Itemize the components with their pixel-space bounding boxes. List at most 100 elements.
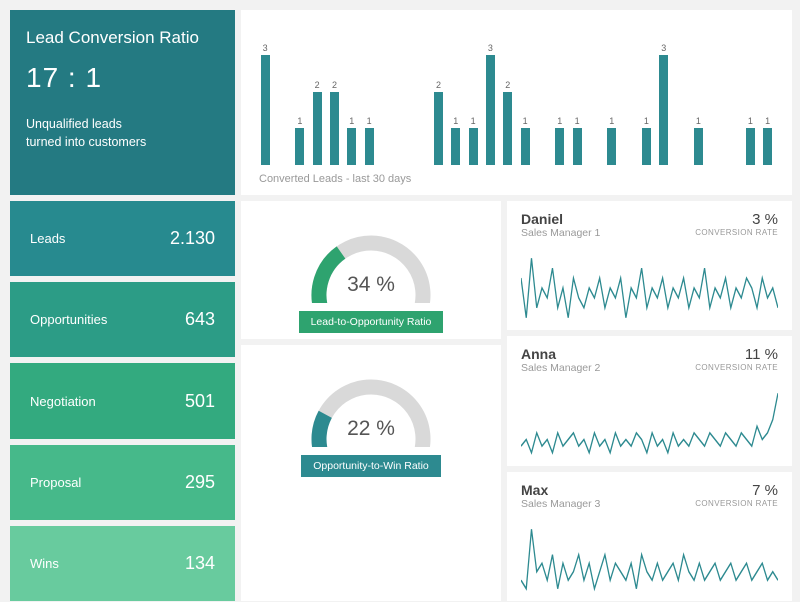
lead-to-opportunity-gauge: 34 % Lead-to-Opportunity Ratio <box>241 201 501 339</box>
bar-fill <box>694 128 703 165</box>
hero-sub2: turned into customers <box>26 135 146 149</box>
bar: 1 <box>450 116 462 165</box>
bar <box>675 163 687 165</box>
bar-fill <box>330 92 339 165</box>
bar-value-label: 1 <box>297 116 302 126</box>
bar: 1 <box>692 116 704 165</box>
bar <box>380 163 392 165</box>
manager-name: Anna <box>521 346 600 362</box>
bar-value-label: 3 <box>661 43 666 53</box>
bar-fill <box>521 128 530 165</box>
bar-fill <box>607 128 616 165</box>
manager-header: DanielSales Manager 1 3 %CONVERSION RATE <box>521 211 778 239</box>
bar: 2 <box>502 80 514 165</box>
manager-name: Max <box>521 482 600 498</box>
bar-value-label: 1 <box>453 116 458 126</box>
metric-wins: Wins 134 <box>10 526 235 601</box>
gauge-value: 22 % <box>301 417 441 441</box>
gauge-label: Lead-to-Opportunity Ratio <box>299 311 444 333</box>
manager-name: Daniel <box>521 211 600 227</box>
bar-value-label: 2 <box>436 80 441 90</box>
metric-label: Proposal <box>30 475 81 490</box>
bar: 1 <box>363 116 375 165</box>
bar <box>398 163 410 165</box>
hero-ratio: 17 : 1 <box>26 62 219 94</box>
barchart-caption: Converted Leads - last 30 days <box>259 173 774 185</box>
bar-fill <box>555 128 564 165</box>
manager-rate: 3 % <box>695 211 778 228</box>
managers-column: DanielSales Manager 13 %CONVERSION RATEA… <box>507 201 792 601</box>
bar-fill <box>347 128 356 165</box>
bar-value-label: 1 <box>471 116 476 126</box>
lead-conversion-hero: Lead Conversion Ratio 17 : 1 Unqualified… <box>10 10 235 195</box>
bar <box>276 163 288 165</box>
gauge-value: 34 % <box>301 273 441 297</box>
manager-rate-label: CONVERSION RATE <box>695 499 778 508</box>
bar-fill <box>486 55 495 165</box>
bar: 2 <box>311 80 323 165</box>
bar-value-label: 1 <box>765 116 770 126</box>
manager-header: MaxSales Manager 3 7 %CONVERSION RATE <box>521 482 778 510</box>
hero-sub1: Unqualified leads <box>26 117 122 131</box>
bar-series: 31221121132111113111 <box>259 24 774 165</box>
metric-label: Opportunities <box>30 312 107 327</box>
bar: 1 <box>606 116 618 165</box>
bar: 1 <box>467 116 479 165</box>
metric-proposal: Proposal 295 <box>10 445 235 520</box>
manager-rate-label: CONVERSION RATE <box>695 363 778 372</box>
bar-value-label: 1 <box>557 116 562 126</box>
bar <box>623 163 635 165</box>
metric-label: Negotiation <box>30 394 96 409</box>
opportunity-to-win-gauge: 22 % Opportunity-to-Win Ratio <box>241 345 501 601</box>
bar: 3 <box>658 43 670 165</box>
sparkline <box>521 380 778 459</box>
bar <box>588 163 600 165</box>
bar: 1 <box>571 116 583 165</box>
manager-rate: 11 % <box>695 346 778 363</box>
manager-card-daniel: DanielSales Manager 1 3 %CONVERSION RATE <box>507 201 792 330</box>
bar: 1 <box>346 116 358 165</box>
hero-title: Lead Conversion Ratio <box>26 28 219 48</box>
bar-value-label: 2 <box>332 80 337 90</box>
bar-value-label: 1 <box>696 116 701 126</box>
metric-value: 2.130 <box>170 228 215 249</box>
metric-negotiation: Negotiation 501 <box>10 363 235 438</box>
bar-fill <box>642 128 651 165</box>
metric-leads: Leads 2.130 <box>10 201 235 276</box>
hero-subtitle: Unqualified leads turned into customers <box>26 116 219 151</box>
bar: 1 <box>519 116 531 165</box>
metric-value: 501 <box>185 391 215 412</box>
bar-fill <box>746 128 755 165</box>
bar-fill <box>295 128 304 165</box>
converted-leads-barchart: 31221121132111113111 Converted Leads - l… <box>241 10 792 195</box>
bar: 1 <box>744 116 756 165</box>
bar-value-label: 1 <box>523 116 528 126</box>
metric-value: 643 <box>185 309 215 330</box>
gauge: 22 % <box>301 357 441 447</box>
bar-fill <box>469 128 478 165</box>
bar-value-label: 3 <box>488 43 493 53</box>
bar-fill <box>659 55 668 165</box>
bar-fill <box>763 128 772 165</box>
manager-role: Sales Manager 3 <box>521 498 600 510</box>
bar <box>415 163 427 165</box>
metric-value: 134 <box>185 553 215 574</box>
metric-label: Leads <box>30 231 65 246</box>
bar: 3 <box>484 43 496 165</box>
bar-value-label: 1 <box>644 116 649 126</box>
bar: 3 <box>259 43 271 165</box>
bar-fill <box>573 128 582 165</box>
metric-value: 295 <box>185 472 215 493</box>
sparkline <box>521 516 778 595</box>
metric-label: Wins <box>30 556 59 571</box>
bar-fill <box>451 128 460 165</box>
manager-rate: 7 % <box>695 482 778 499</box>
bar: 2 <box>432 80 444 165</box>
manager-role: Sales Manager 1 <box>521 227 600 239</box>
bar: 2 <box>328 80 340 165</box>
bar-value-label: 1 <box>748 116 753 126</box>
manager-rate-label: CONVERSION RATE <box>695 228 778 237</box>
bar-value-label: 1 <box>349 116 354 126</box>
bar-fill <box>313 92 322 165</box>
bar-fill <box>365 128 374 165</box>
